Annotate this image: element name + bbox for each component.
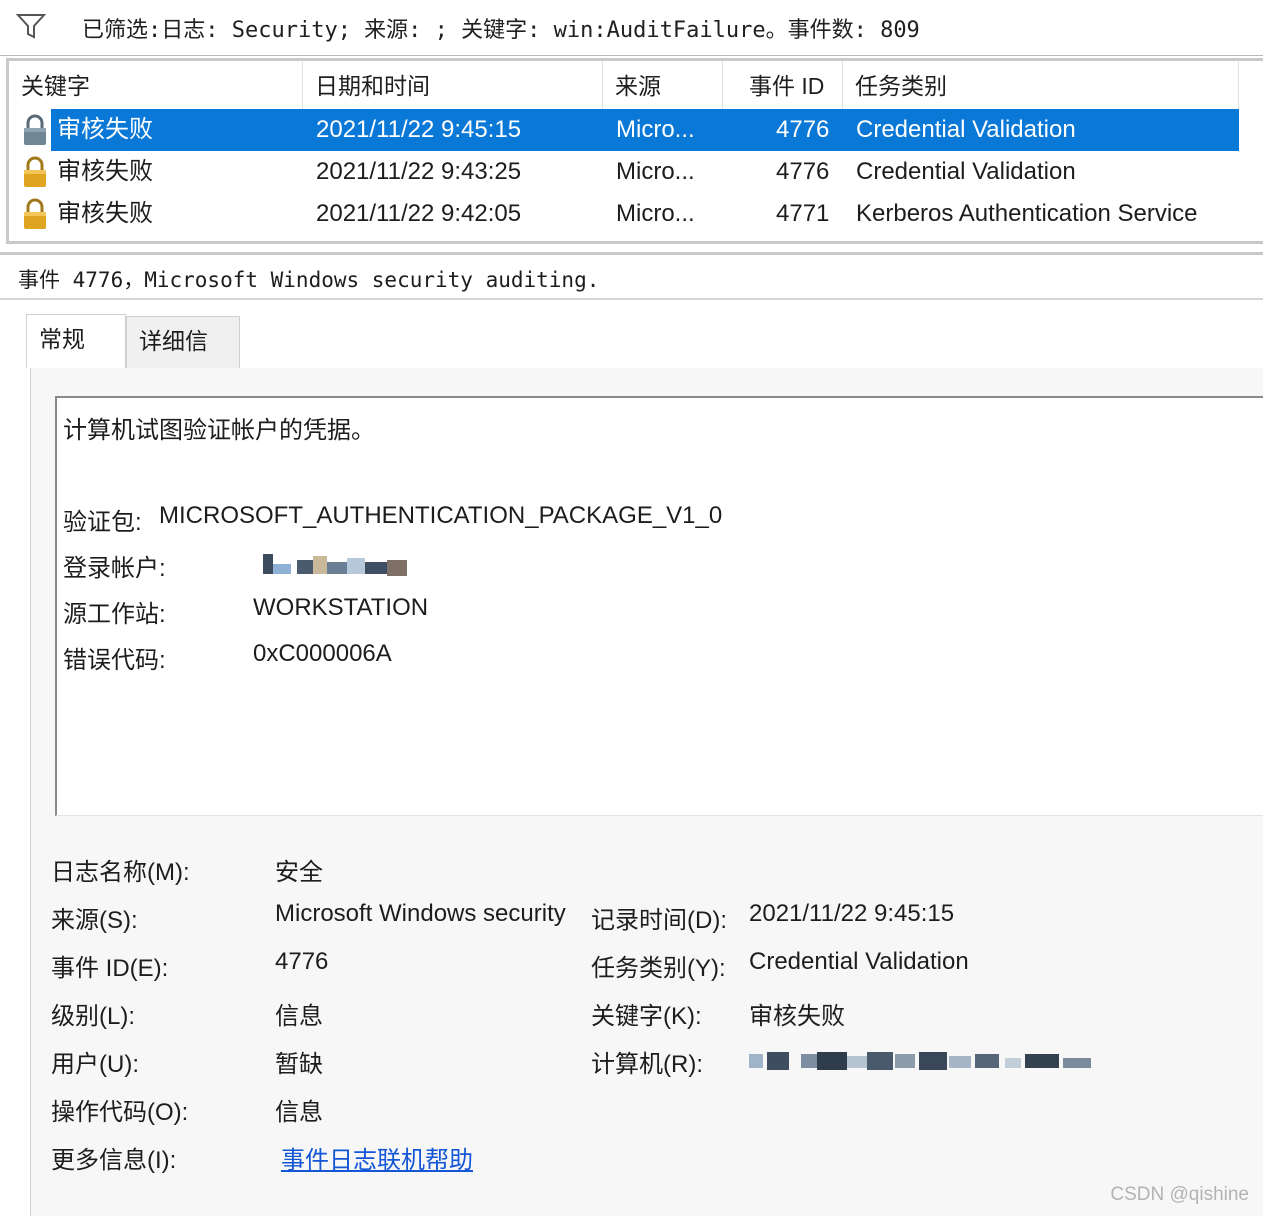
- error-code-value: 0xC000006A: [253, 640, 392, 667]
- event-row[interactable]: 审核失败 2021/11/22 9:43:25 Micro... 4776 Cr…: [9, 151, 1249, 193]
- filter-icon: [16, 14, 46, 39]
- column-header-keyword[interactable]: 关键字: [9, 61, 303, 109]
- computer-value-redacted: [749, 1050, 1093, 1076]
- row-datetime: 2021/11/22 9:45:15: [316, 116, 522, 143]
- auth-package-label: 验证包:: [63, 509, 142, 536]
- event-details-title: 事件 4776，Microsoft Windows security audit…: [18, 268, 600, 292]
- computer-label: 计算机(R):: [591, 1051, 703, 1078]
- watermark: CSDN @qishine: [1110, 1184, 1249, 1205]
- workstation-value: WORKSTATION: [253, 594, 429, 621]
- row-source: Micro...: [616, 158, 695, 185]
- filter-summary: 已筛选:日志: Security; 来源: ; 关键字: win:AuditFa…: [82, 18, 920, 43]
- keywords-label: 关键字(K):: [591, 1003, 702, 1030]
- event-row[interactable]: 审核失败 2021/11/22 9:42:05 Micro... 4771 Ke…: [9, 193, 1249, 235]
- keywords-value: 审核失败: [749, 1003, 845, 1030]
- more-info-label: 更多信息(I):: [51, 1147, 177, 1174]
- opcode-label: 操作代码(O):: [51, 1099, 189, 1126]
- level-label: 级别(L):: [51, 1003, 135, 1030]
- row-keyword: 审核失败: [57, 116, 153, 143]
- task-category-value: Credential Validation: [749, 948, 969, 975]
- filter-bar: 已筛选:日志: Security; 来源: ; 关键字: win:AuditFa…: [0, 0, 1263, 56]
- column-header-event-id[interactable]: 事件 ID: [723, 61, 843, 109]
- opcode-value: 信息: [275, 1099, 323, 1126]
- row-event-id: 4776: [776, 158, 830, 185]
- row-event-id: 4771: [776, 200, 830, 227]
- error-code-label: 错误代码:: [63, 647, 166, 674]
- online-help-link[interactable]: 事件日志联机帮助: [281, 1140, 473, 1175]
- tab-details[interactable]: 详细信息: [126, 316, 240, 402]
- column-header-datetime[interactable]: 日期和时间: [303, 61, 603, 109]
- row-task-category: Credential Validation: [856, 116, 1076, 143]
- column-header-task-category[interactable]: 任务类别: [843, 61, 1239, 109]
- row-event-id: 4776: [776, 116, 830, 143]
- row-keyword: 审核失败: [57, 200, 153, 227]
- tab-general[interactable]: 常规: [26, 314, 126, 368]
- logon-account-redacted: [263, 552, 409, 578]
- user-value: 暂缺: [275, 1051, 323, 1078]
- description-summary: 计算机试图验证帐户的凭据。: [63, 417, 375, 444]
- general-tab-content: 计算机试图验证帐户的凭据。 验证包: MICROSOFT_AUTHENTICAT…: [30, 368, 1263, 1216]
- event-description-box[interactable]: 计算机试图验证帐户的凭据。 验证包: MICROSOFT_AUTHENTICAT…: [55, 396, 1263, 816]
- lock-icon: [24, 114, 46, 145]
- row-datetime: 2021/11/22 9:42:05: [316, 200, 522, 227]
- row-source: Micro...: [616, 200, 695, 227]
- row-task-category: Kerberos Authentication Service: [856, 200, 1198, 227]
- row-source: Micro...: [616, 116, 695, 143]
- log-name-value: 安全: [275, 859, 323, 886]
- workstation-label: 源工作站:: [63, 601, 166, 628]
- task-category-label: 任务类别(Y):: [591, 955, 726, 982]
- level-value: 信息: [275, 1003, 323, 1030]
- event-id-value: 4776: [275, 948, 329, 975]
- event-details-pane: 常规 详细信息 计算机试图验证帐户的凭据。 验证包: MICROSOFT_AUT…: [0, 300, 1263, 1216]
- event-list: 关键字 日期和时间 来源 事件 ID 任务类别 审核失败 2021/11/22 …: [6, 58, 1263, 244]
- logon-account-label: 登录帐户:: [63, 555, 166, 582]
- lock-icon: [24, 198, 46, 229]
- event-row-selected[interactable]: 审核失败 2021/11/22 9:45:15 Micro... 4776 Cr…: [9, 109, 1249, 151]
- source-label: 来源(S):: [51, 907, 138, 934]
- row-task-category: Credential Validation: [856, 158, 1076, 185]
- event-list-header: 关键字 日期和时间 来源 事件 ID 任务类别: [9, 61, 1249, 109]
- row-datetime: 2021/11/22 9:43:25: [316, 158, 522, 185]
- source-value: Microsoft Windows security auditing.: [275, 900, 573, 927]
- lock-icon: [24, 156, 46, 187]
- user-label: 用户(U):: [51, 1051, 139, 1078]
- log-name-label: 日志名称(M):: [51, 859, 190, 886]
- event-details-header: 事件 4776，Microsoft Windows security audit…: [0, 252, 1263, 300]
- logged-time-value: 2021/11/22 9:45:15: [749, 900, 955, 927]
- column-header-source[interactable]: 来源: [603, 61, 723, 109]
- auth-package-value: MICROSOFT_AUTHENTICATION_PACKAGE_V1_0: [159, 502, 723, 529]
- row-keyword: 审核失败: [57, 158, 153, 185]
- event-id-label: 事件 ID(E):: [51, 955, 169, 982]
- logged-time-label: 记录时间(D):: [591, 907, 727, 934]
